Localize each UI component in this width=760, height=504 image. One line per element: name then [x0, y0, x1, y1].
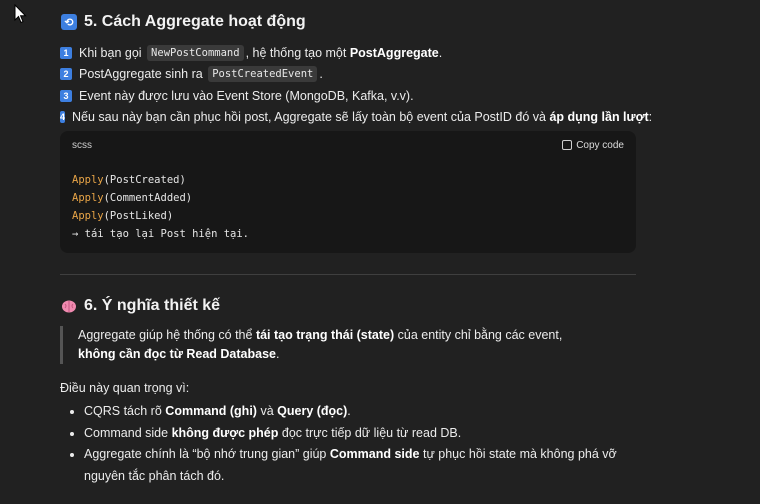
- code-line: Apply(PostLiked): [72, 210, 174, 222]
- intro-paragraph: Điều này quan trọng vì:: [60, 381, 190, 395]
- keycap-1-icon: 1: [60, 46, 72, 59]
- mouse-cursor-icon: [14, 4, 27, 24]
- section-6-heading: 6. Ý nghĩa thiết kế: [61, 297, 220, 315]
- code-block: scss Copy code Apply(PostCreated) Apply(…: [60, 131, 636, 253]
- brain-icon: [61, 298, 77, 314]
- inline-code: PostCreatedEvent: [208, 66, 318, 83]
- code-line: Apply(CommentAdded): [72, 192, 193, 204]
- code-language-label: scss: [72, 139, 92, 151]
- list-item: Command side không được phép đọc trực ti…: [84, 423, 644, 445]
- keycap-2-icon: 2: [60, 68, 72, 81]
- keycap-3-icon: 3: [60, 89, 72, 102]
- step-1: 1 Khi bạn gọi NewPostCommand, hệ thống t…: [60, 42, 640, 64]
- list-item: CQRS tách rõ Command (ghi) và Query (đọc…: [84, 401, 644, 423]
- section-5-heading: ⟲ 5. Cách Aggregate hoạt động: [61, 13, 306, 31]
- step-4: 4 Nếu sau này bạn cần phục hồi post, Agg…: [60, 110, 653, 125]
- steps-list: 1 Khi bạn gọi NewPostCommand, hệ thống t…: [60, 42, 653, 128]
- code-line: Apply(PostCreated): [72, 174, 186, 186]
- code-line: → tái tạo lại Post hiện tại.: [72, 228, 250, 240]
- quote-line-1: Aggregate giúp hệ thống có thể tái tạo t…: [78, 328, 563, 342]
- quote-line-2: không cần đọc từ Read Database.: [78, 347, 280, 361]
- inline-code: NewPostCommand: [147, 44, 244, 61]
- copy-icon: [562, 140, 573, 150]
- copy-code-button[interactable]: Copy code: [562, 140, 624, 151]
- code-content: Apply(PostCreated) Apply(CommentAdded) A…: [60, 159, 636, 243]
- blockquote: Aggregate giúp hệ thống có thể tái tạo t…: [60, 326, 562, 364]
- step-3: 3 Event này được lưu vào Event Store (Mo…: [60, 85, 640, 107]
- code-block-header: scss Copy code: [60, 131, 636, 159]
- reasons-list: CQRS tách rõ Command (ghi) và Query (đọc…: [60, 401, 644, 487]
- step-2: 2 PostAggregate sinh ra PostCreatedEvent…: [60, 64, 640, 86]
- list-item: Aggregate chính là “bộ nhớ trung gian” g…: [84, 444, 644, 487]
- keycap-4-icon: 4: [60, 111, 66, 124]
- section-divider: [60, 274, 636, 275]
- repeat-icon: ⟲: [61, 14, 77, 30]
- section-5-title: 5. Cách Aggregate hoạt động: [84, 13, 306, 30]
- section-6-title: 6. Ý nghĩa thiết kế: [84, 297, 221, 314]
